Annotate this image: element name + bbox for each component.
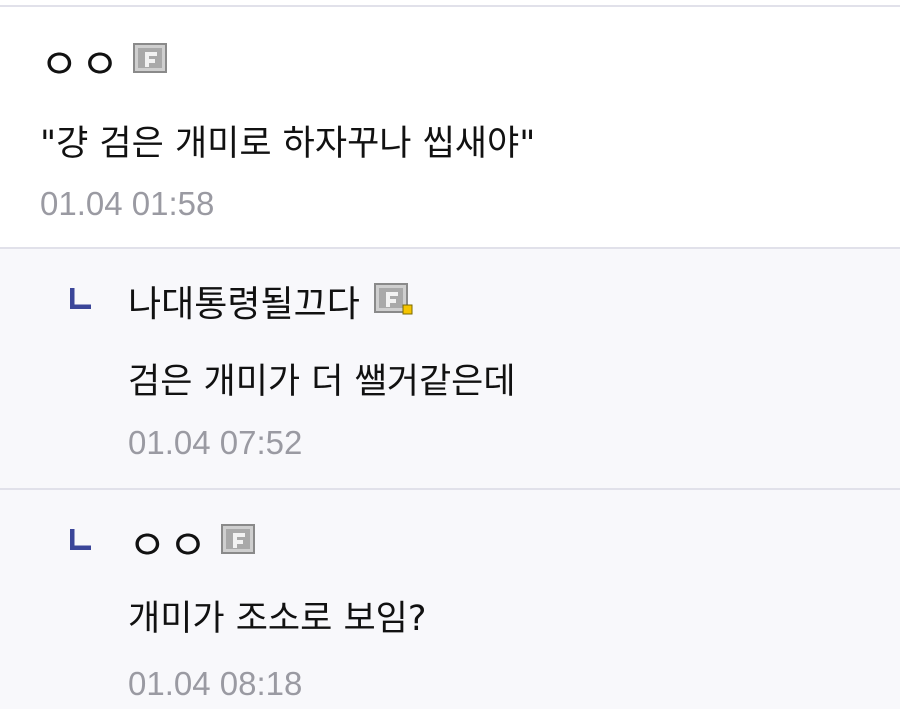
reply-item: ㅇㅇ 개미가 조소로 보임? 01.04 08:18 [0, 488, 900, 709]
comment-author-name[interactable]: 나대통령될끄다 [128, 281, 360, 329]
gallog-fixed-icon[interactable] [373, 283, 414, 315]
reply-arrow-icon [70, 529, 91, 550]
comment-text: 개미가 조소로 보임? [128, 599, 427, 639]
comment-author-row: ㅇㅇ [40, 41, 168, 89]
comment-text: 검은 개미가 더 쌜거같은데 [128, 362, 516, 402]
gallog-icon[interactable] [221, 524, 256, 554]
comment-item: ㅇㅇ "걍 검은 개미로 하자꾸나 씹새야" 01.04 01:58 [0, 7, 900, 247]
comment-timestamp: 01.04 07:52 [128, 424, 303, 461]
reply-item: 나대통령될끄다 검은 개미가 더 쌜거같은데 01.04 07:52 [0, 247, 900, 488]
comment-text: "걍 검은 개미로 하자꾸나 씹새야" [40, 124, 536, 164]
comment-author-row: 나대통령될끄다 [128, 281, 414, 329]
comment-author-name[interactable]: ㅇㅇ [40, 41, 121, 89]
comment-timestamp: 01.04 01:58 [40, 185, 215, 222]
reply-arrow-icon [70, 288, 91, 309]
comment-author-name[interactable]: ㅇㅇ [128, 522, 209, 570]
comment-author-row: ㅇㅇ [128, 522, 256, 570]
gallog-icon[interactable] [133, 43, 168, 73]
comment-timestamp: 01.04 08:18 [128, 665, 303, 702]
